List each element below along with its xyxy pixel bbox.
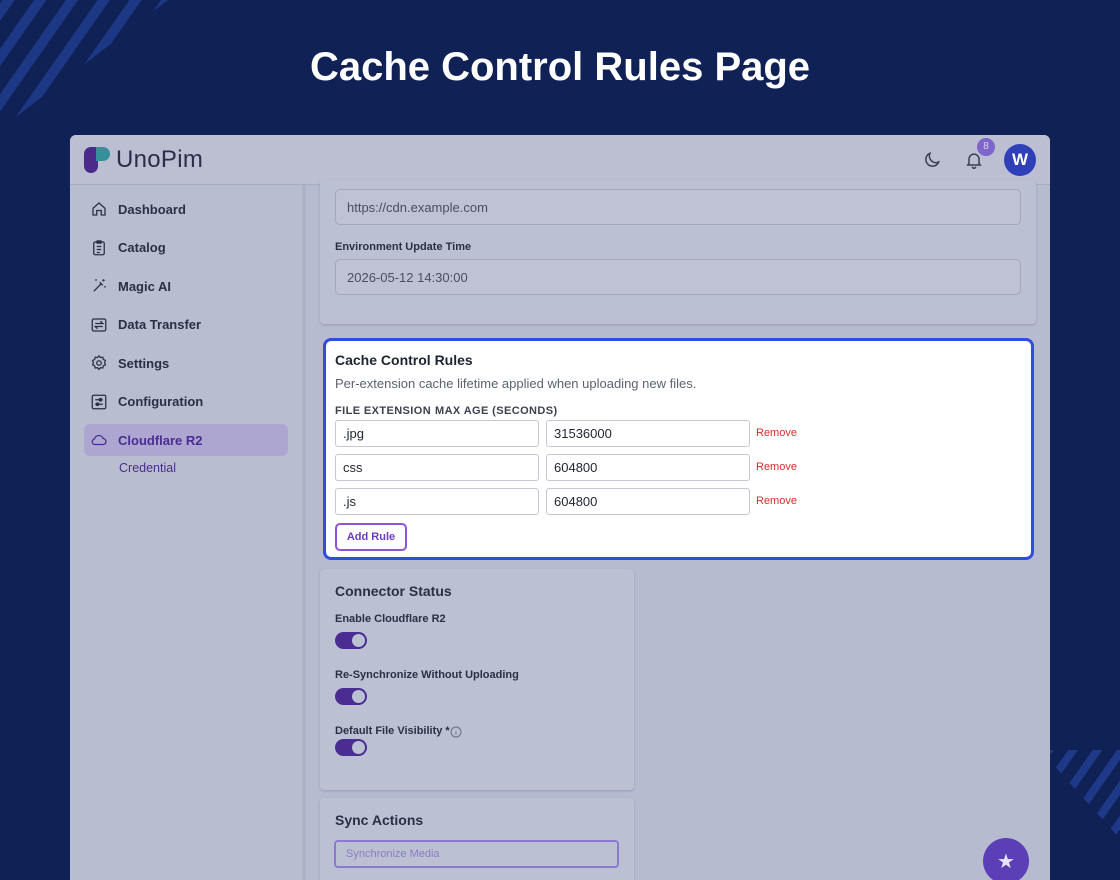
clipboard-icon: [93, 239, 105, 255]
max-age-input[interactable]: 31536000: [546, 420, 750, 447]
main-content: https://cdn.example.com Environment Upda…: [306, 180, 1050, 880]
sidebar-subitem-credential[interactable]: Credential: [84, 461, 288, 475]
sidebar-item-magic-ai[interactable]: Magic AI: [84, 270, 288, 302]
cache-control-rules-card: Cache Control Rules Per-extension cache …: [323, 338, 1034, 560]
sync-actions-title: Sync Actions: [335, 812, 424, 828]
file-visibility-label: Default File Visibility *: [335, 725, 450, 737]
logo[interactable]: UnoPim: [84, 146, 203, 174]
sidebar-item-configuration[interactable]: Configuration: [84, 386, 288, 418]
star-icon: ★: [997, 850, 1015, 873]
max-age-input[interactable]: 604800: [546, 454, 750, 481]
notification-bell-icon[interactable]: 8: [962, 137, 995, 172]
cdn-url-field[interactable]: https://cdn.example.com: [335, 189, 1021, 225]
sidebar: Dashboard Catalog Magic AI Data Transfer…: [70, 185, 306, 880]
sliders-icon: [91, 394, 107, 409]
sidebar-item-label: Data Transfer: [118, 317, 202, 332]
connector-status-card: Connector Status Enable Cloudflare R2 Re…: [320, 569, 634, 790]
home-icon: [92, 202, 106, 216]
sidebar-item-label: Settings: [118, 355, 170, 371]
magic-wand-icon: [93, 279, 106, 292]
sidebar-item-label: Magic AI: [118, 278, 171, 294]
info-icon[interactable]: [450, 725, 462, 743]
cloud-icon: [91, 434, 107, 446]
cache-rules-description: Per-extension cache lifetime applied whe…: [335, 376, 697, 391]
page-heading: Cache Control Rules Page: [309, 45, 811, 89]
sidebar-item-label: Dashboard: [118, 201, 186, 217]
add-rule-button[interactable]: Add Rule: [335, 523, 407, 551]
gear-icon: [91, 354, 107, 371]
sidebar-item-settings[interactable]: Settings: [84, 347, 288, 379]
remove-button[interactable]: Remove: [756, 461, 797, 473]
synchronize-media-button[interactable]: Synchronize Media: [334, 840, 619, 868]
avatar[interactable]: W: [1004, 143, 1036, 176]
rule-row: .js 604800 Remove: [335, 488, 935, 515]
star-fab-button[interactable]: ★: [983, 838, 1029, 880]
sidebar-item-label: Configuration: [118, 394, 204, 409]
max-age-input[interactable]: 604800: [546, 488, 750, 515]
logo-text: UnoPim: [116, 145, 204, 173]
sidebar-item-data-transfer[interactable]: Data Transfer: [84, 309, 288, 341]
remove-button[interactable]: Remove: [756, 495, 797, 507]
sidebar-item-dashboard[interactable]: Dashboard: [84, 193, 288, 225]
dark-mode-moon-icon[interactable]: [920, 148, 944, 172]
remove-button[interactable]: Remove: [756, 427, 797, 439]
rule-row: css 604800 Remove: [335, 454, 935, 481]
extension-input[interactable]: css: [335, 454, 539, 481]
transfer-icon: [91, 317, 107, 332]
cache-rules-title: Cache Control Rules: [335, 352, 473, 368]
extension-input[interactable]: .jpg: [335, 420, 539, 447]
enable-r2-toggle[interactable]: [335, 632, 367, 649]
environment-card: https://cdn.example.com Environment Upda…: [320, 180, 1036, 324]
resync-toggle[interactable]: [335, 688, 367, 705]
sidebar-item-label: Catalog: [118, 240, 166, 255]
sidebar-item-catalog[interactable]: Catalog: [84, 232, 288, 264]
connector-status-title: Connector Status: [335, 583, 452, 599]
logo-mark-icon: [84, 146, 110, 173]
app-window: UnoPim 8 W Dashboard Catalog Magic AI Da…: [70, 135, 1050, 880]
extension-input[interactable]: .js: [335, 488, 539, 515]
top-bar: UnoPim 8 W: [70, 135, 1050, 185]
update-time-field[interactable]: 2026-05-12 14:30:00: [335, 259, 1021, 295]
sidebar-item-label: Cloudflare R2: [118, 432, 203, 448]
enable-r2-label: Enable Cloudflare R2: [335, 613, 446, 625]
file-visibility-toggle[interactable]: [335, 739, 367, 756]
column-header-extension: FILE EXTENSION: [335, 405, 432, 417]
resync-label: Re-Synchronize Without Uploading: [335, 669, 519, 681]
column-header-max-age: MAX AGE (SECONDS): [435, 405, 558, 417]
rule-row: .jpg 31536000 Remove: [335, 420, 935, 447]
sync-actions-card: Sync Actions Synchronize Media: [320, 798, 634, 880]
update-time-label: Environment Update Time: [335, 241, 472, 253]
notification-badge: 8: [977, 137, 995, 156]
decorative-stripes: [1040, 750, 1120, 850]
sidebar-item-cloudflare-r2[interactable]: Cloudflare R2: [84, 424, 288, 456]
